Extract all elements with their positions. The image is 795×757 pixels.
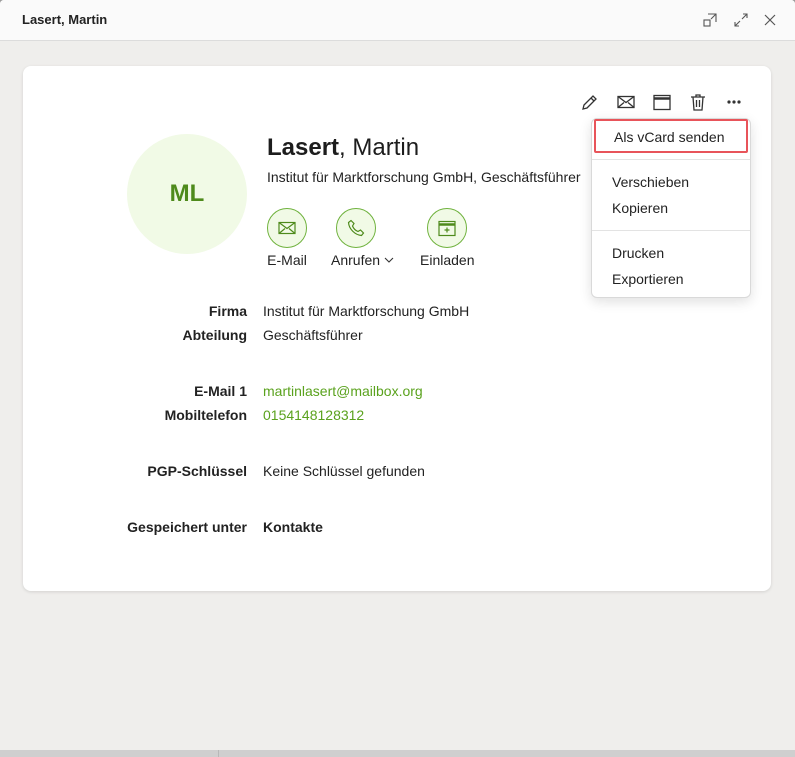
email1-link[interactable]: martinlasert@mailbox.org <box>263 383 423 399</box>
call-action-label: Anrufen <box>331 252 381 268</box>
expand-window-button[interactable] <box>731 10 751 30</box>
chevron-down-icon <box>384 257 394 263</box>
delete-button[interactable] <box>686 90 710 114</box>
menu-item-export[interactable]: Exportieren <box>592 266 750 292</box>
detach-window-button[interactable] <box>700 10 720 30</box>
detach-icon <box>703 13 717 27</box>
contact-name: Lasert, Martin <box>267 134 419 162</box>
calendar-icon <box>653 94 671 111</box>
expand-icon <box>734 13 748 27</box>
menu-item-print[interactable]: Drucken <box>592 240 750 266</box>
contact-last-name: Lasert <box>267 134 340 161</box>
call-action[interactable]: Anrufen <box>331 208 395 268</box>
avatar: ML <box>127 134 247 254</box>
pgp-label: PGP-Schlüssel <box>147 463 247 479</box>
invite-button[interactable] <box>650 90 674 114</box>
window-title: Lasert, Martin <box>22 12 108 27</box>
menu-item-copy[interactable]: Kopieren <box>592 195 750 221</box>
edit-button[interactable] <box>578 90 602 114</box>
close-window-button[interactable] <box>760 10 780 30</box>
trash-icon <box>691 94 705 111</box>
company-value: Institut für Marktforschung GmbH <box>263 303 470 319</box>
title-bar: Lasert, Martin <box>0 0 795 41</box>
background-strip <box>0 750 795 757</box>
calendar-add-icon <box>438 220 456 237</box>
email1-label: E-Mail 1 <box>194 383 247 399</box>
email-action-circle <box>267 208 307 248</box>
saved-in-label: Gespeichert unter <box>127 519 247 535</box>
mobile-label: Mobiltelefon <box>164 407 247 423</box>
contact-subtitle: Institut für Marktforschung GmbH, Geschä… <box>267 169 581 185</box>
phone-icon <box>347 219 364 237</box>
name-separator: , <box>339 134 353 161</box>
invite-action-circle <box>427 208 468 248</box>
contact-first-name: Martin <box>352 134 420 161</box>
call-action-circle <box>335 208 376 248</box>
company-label: Firma <box>208 303 247 319</box>
more-actions-button[interactable] <box>722 90 746 114</box>
strip-divider <box>218 750 219 757</box>
menu-item-move[interactable]: Verschieben <box>592 169 750 195</box>
department-label: Abteilung <box>182 327 247 343</box>
send-mail-button[interactable] <box>614 90 638 114</box>
more-actions-menu: Als vCard senden Verschieben Kopieren Dr… <box>591 118 751 298</box>
menu-divider <box>592 230 750 231</box>
avatar-initials: ML <box>169 180 205 207</box>
edit-icon <box>582 95 597 110</box>
email-action-label: E-Mail <box>267 252 307 268</box>
mail-icon <box>617 95 635 109</box>
email-action[interactable]: E-Mail <box>267 208 307 268</box>
invite-action[interactable]: Einladen <box>420 208 475 268</box>
contact-window: Lasert, Martin ML Lasert, Martin Institu… <box>0 0 795 750</box>
menu-divider <box>592 159 750 160</box>
mobile-link[interactable]: 0154148128312 <box>263 407 364 423</box>
more-icon <box>727 100 741 104</box>
saved-in-value: Kontakte <box>263 519 323 535</box>
menu-item-send-vcard[interactable]: Als vCard senden <box>594 119 748 153</box>
mail-icon <box>278 221 296 235</box>
invite-action-label: Einladen <box>420 252 475 268</box>
pgp-value: Keine Schlüssel gefunden <box>263 463 425 479</box>
close-icon <box>764 14 776 26</box>
department-value: Geschäftsführer <box>263 327 363 343</box>
